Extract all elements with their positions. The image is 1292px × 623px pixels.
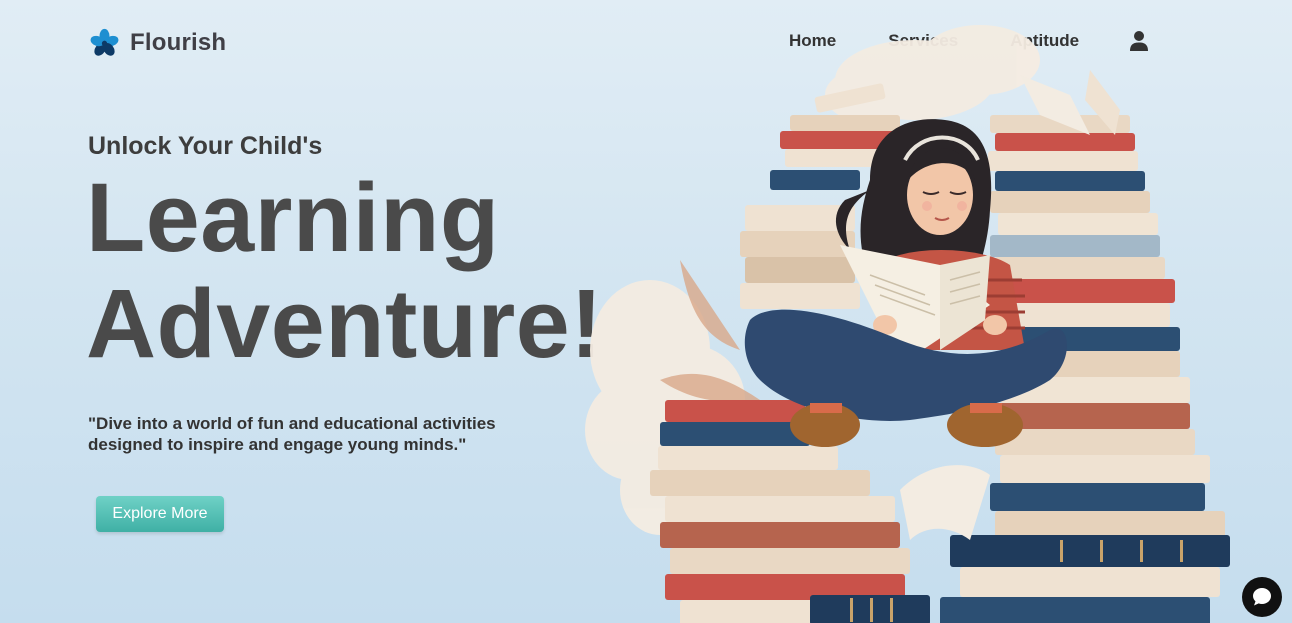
brand-name: Flourish <box>130 28 227 56</box>
hero-tagline: "Dive into a world of fun and educationa… <box>88 414 496 454</box>
landing-page: Flourish Home Services Aptitude Unlock Y… <box>0 0 1292 623</box>
flower-icon <box>90 28 119 56</box>
hero-subheading: Unlock Your Child's <box>88 132 323 160</box>
hero-title-line-1: Learning <box>86 163 500 272</box>
chat-widget-button[interactable] <box>1242 577 1282 617</box>
chat-bubble-icon <box>1253 588 1271 606</box>
girl-reading-on-book-stack-illustration <box>585 25 1230 623</box>
explore-more-button[interactable]: Explore More <box>96 496 224 532</box>
hero-title: Learning Adventure! <box>86 165 603 377</box>
hero-title-line-2: Adventure! <box>86 269 603 378</box>
brand[interactable]: Flourish <box>88 26 226 59</box>
